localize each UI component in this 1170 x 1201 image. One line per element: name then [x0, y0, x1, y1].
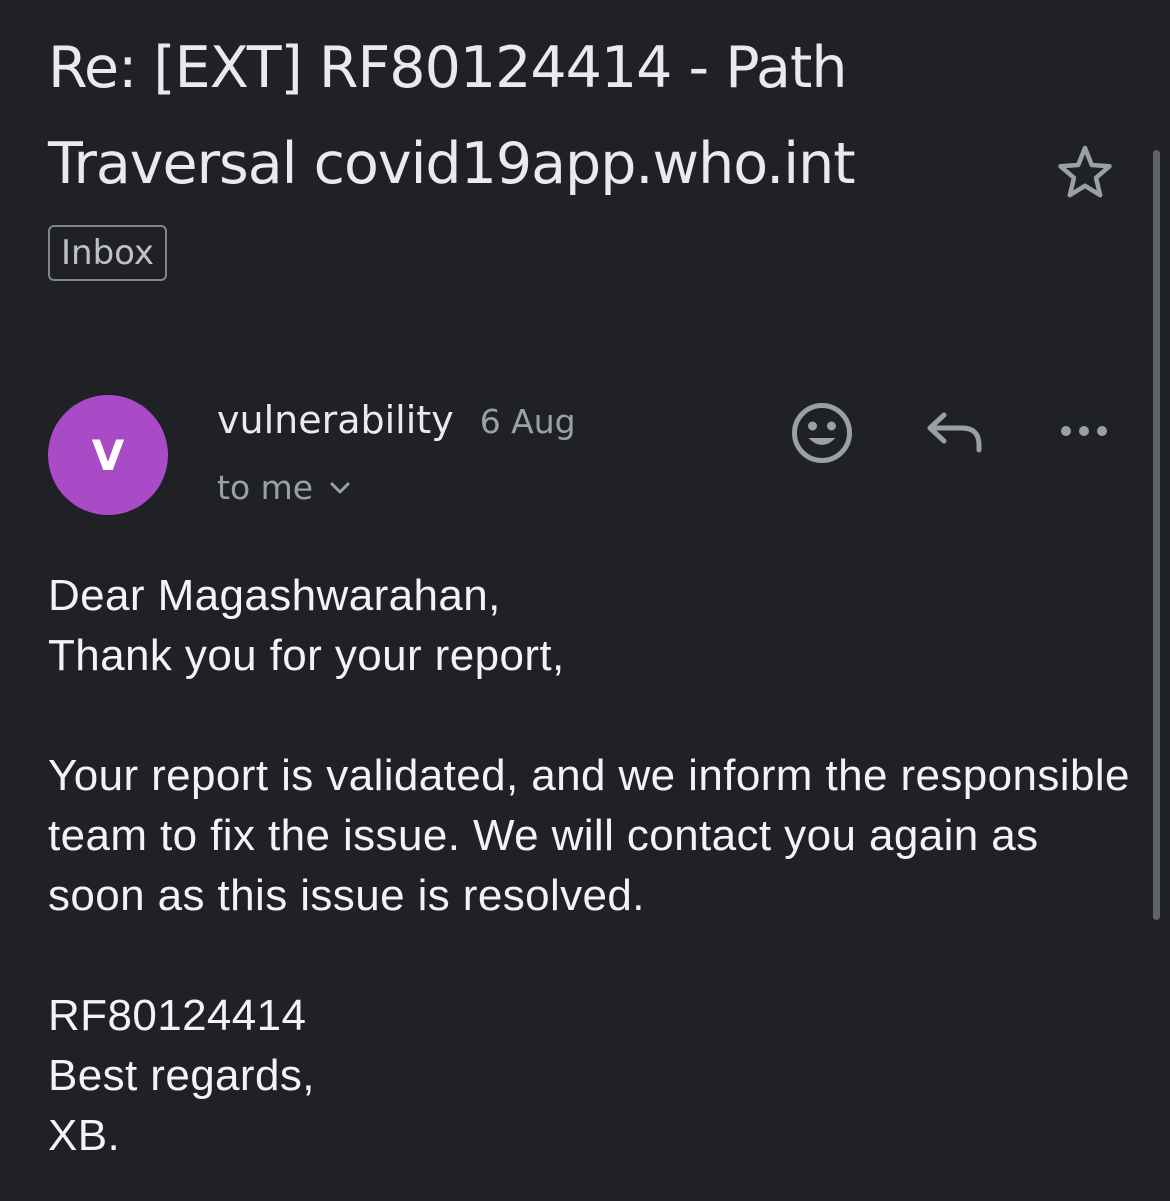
- more-options-icon[interactable]: [1058, 416, 1114, 446]
- sender-row: vulnerability 6 Aug: [217, 398, 576, 442]
- emoji-reaction-icon[interactable]: [790, 401, 854, 465]
- body-greeting: Dear Magashwarahan,: [48, 571, 501, 620]
- body-paragraph: Your report is validated, and we inform …: [48, 751, 1130, 920]
- inbox-label-chip[interactable]: Inbox: [48, 225, 168, 281]
- email-body: Dear Magashwarahan, Thank you for your r…: [48, 566, 1133, 1166]
- reply-icon[interactable]: [922, 406, 986, 460]
- sender-name[interactable]: vulnerability: [217, 398, 454, 442]
- body-closing: Best regards,: [48, 1051, 315, 1100]
- inbox-label-text: Inbox: [61, 233, 155, 273]
- recipient-label: to me: [217, 468, 314, 507]
- star-icon[interactable]: [1054, 143, 1116, 203]
- email-subject: Re: [EXT] RF80124414 - Path Traversal co…: [48, 20, 1008, 212]
- chevron-down-icon: [330, 482, 350, 493]
- sent-date: 6 Aug: [479, 402, 576, 441]
- body-signature: XB.: [48, 1111, 121, 1160]
- avatar[interactable]: V: [48, 395, 168, 515]
- body-thanks: Thank you for your report,: [48, 631, 565, 680]
- email-subject-line-1: Re: [EXT] RF80124414 - Path: [48, 35, 847, 101]
- email-subject-line-2: Traversal covid19app.who.int: [48, 131, 856, 197]
- scrollbar[interactable]: [1153, 150, 1160, 920]
- body-reference: RF80124414: [48, 991, 307, 1040]
- avatar-letter: V: [91, 430, 125, 480]
- recipient-details-toggle[interactable]: to me: [217, 468, 351, 507]
